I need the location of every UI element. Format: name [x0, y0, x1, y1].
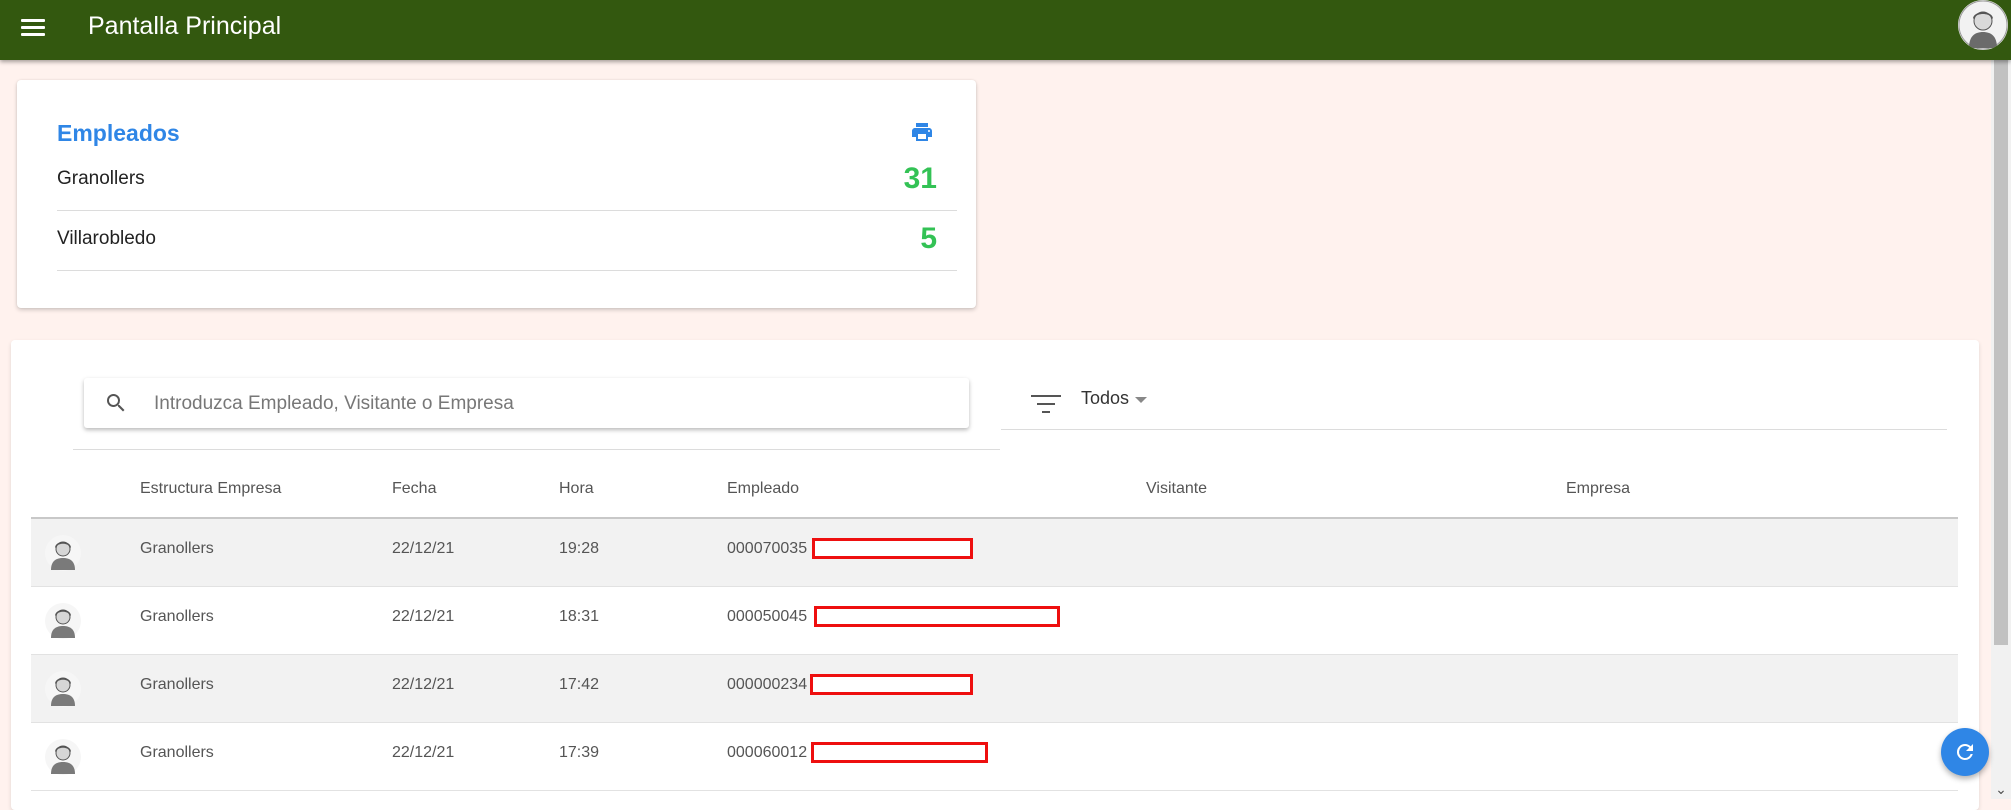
column-header-structure[interactable]: Estructura Empresa	[140, 480, 281, 498]
refresh-button[interactable]	[1941, 728, 1989, 776]
table-row[interactable]: Granollers 22/12/21 18:31 000050045	[31, 587, 1958, 655]
employee-count: 31	[903, 162, 937, 195]
column-header-date[interactable]: Fecha	[392, 480, 436, 498]
top-app-bar: Pantalla Principal	[0, 0, 2011, 60]
table-row[interactable]: Granollers 22/12/21 17:42 000000234	[31, 655, 1958, 723]
user-avatar-icon	[45, 603, 81, 639]
filter-select[interactable]: Todos	[1081, 388, 1148, 418]
redacted-employee-name	[814, 606, 1060, 627]
cell-date: 22/12/21	[392, 744, 455, 761]
filter-selected-value: Todos	[1081, 388, 1130, 408]
user-avatar-icon	[45, 671, 81, 707]
cell-structure: Granollers	[140, 744, 214, 761]
cell-time: 17:42	[559, 676, 600, 693]
cell-time: 18:31	[559, 608, 600, 625]
search-container	[73, 378, 1000, 450]
records-card: Todos Estructura Empresa Fecha Hora Empl…	[11, 340, 1979, 810]
filter-icon[interactable]	[1031, 393, 1061, 415]
records-table: Estructura Empresa Fecha Hora Empleado V…	[31, 463, 1958, 791]
column-header-company[interactable]: Empresa	[1566, 480, 1630, 498]
user-avatar-icon[interactable]	[1958, 0, 2008, 50]
employee-location-row[interactable]: Villarobledo 5	[57, 211, 957, 271]
table-row[interactable]: Granollers 22/12/21 17:39 000060012	[31, 723, 1958, 791]
redacted-employee-name	[812, 538, 973, 559]
filter-container: Todos	[1001, 378, 1947, 430]
location-name: Villarobledo	[57, 228, 156, 249]
cell-employee-id: 000050045	[727, 608, 808, 625]
refresh-icon	[1956, 744, 1973, 760]
cell-structure: Granollers	[140, 540, 214, 557]
column-header-employee[interactable]: Empleado	[727, 480, 799, 498]
cell-time: 17:39	[559, 744, 600, 761]
scroll-down-arrow-icon[interactable]: ⌄	[1991, 779, 2011, 799]
page-title: Pantalla Principal	[88, 12, 282, 40]
cell-structure: Granollers	[140, 676, 214, 693]
table-header: Estructura Empresa Fecha Hora Empleado V…	[31, 463, 1958, 519]
search-icon	[107, 394, 125, 412]
employee-location-row[interactable]: Granollers 31	[57, 151, 957, 211]
cell-employee-id: 000060012	[727, 744, 808, 761]
cell-date: 22/12/21	[392, 540, 455, 557]
user-avatar-icon	[45, 739, 81, 775]
chevron-down-icon	[1135, 396, 1148, 403]
table-row[interactable]: Granollers 22/12/21 19:28 000070035	[31, 519, 1958, 587]
column-header-visitor[interactable]: Visitante	[1146, 480, 1207, 498]
cell-employee-id: 000000234	[727, 676, 808, 693]
page-scrollbar[interactable]: ⌄	[1991, 60, 2011, 799]
cell-time: 19:28	[559, 540, 600, 557]
print-icon[interactable]	[910, 120, 934, 144]
employee-count: 5	[920, 222, 937, 255]
employees-card: Empleados Granollers 31 Villarobledo 5	[17, 80, 976, 308]
cell-date: 22/12/21	[392, 676, 455, 693]
menu-icon[interactable]	[19, 14, 47, 42]
scrollbar-thumb[interactable]	[1994, 60, 2008, 645]
search-box[interactable]	[84, 378, 969, 428]
cell-date: 22/12/21	[392, 608, 455, 625]
column-header-time[interactable]: Hora	[559, 480, 594, 498]
redacted-employee-name	[811, 742, 988, 763]
redacted-employee-name	[810, 674, 973, 695]
location-name: Granollers	[57, 168, 145, 189]
user-avatar-icon	[45, 535, 81, 571]
cell-employee-id: 000070035	[727, 540, 808, 557]
employees-card-title: Empleados	[57, 120, 180, 146]
cell-structure: Granollers	[140, 608, 214, 625]
search-input[interactable]	[152, 388, 956, 420]
